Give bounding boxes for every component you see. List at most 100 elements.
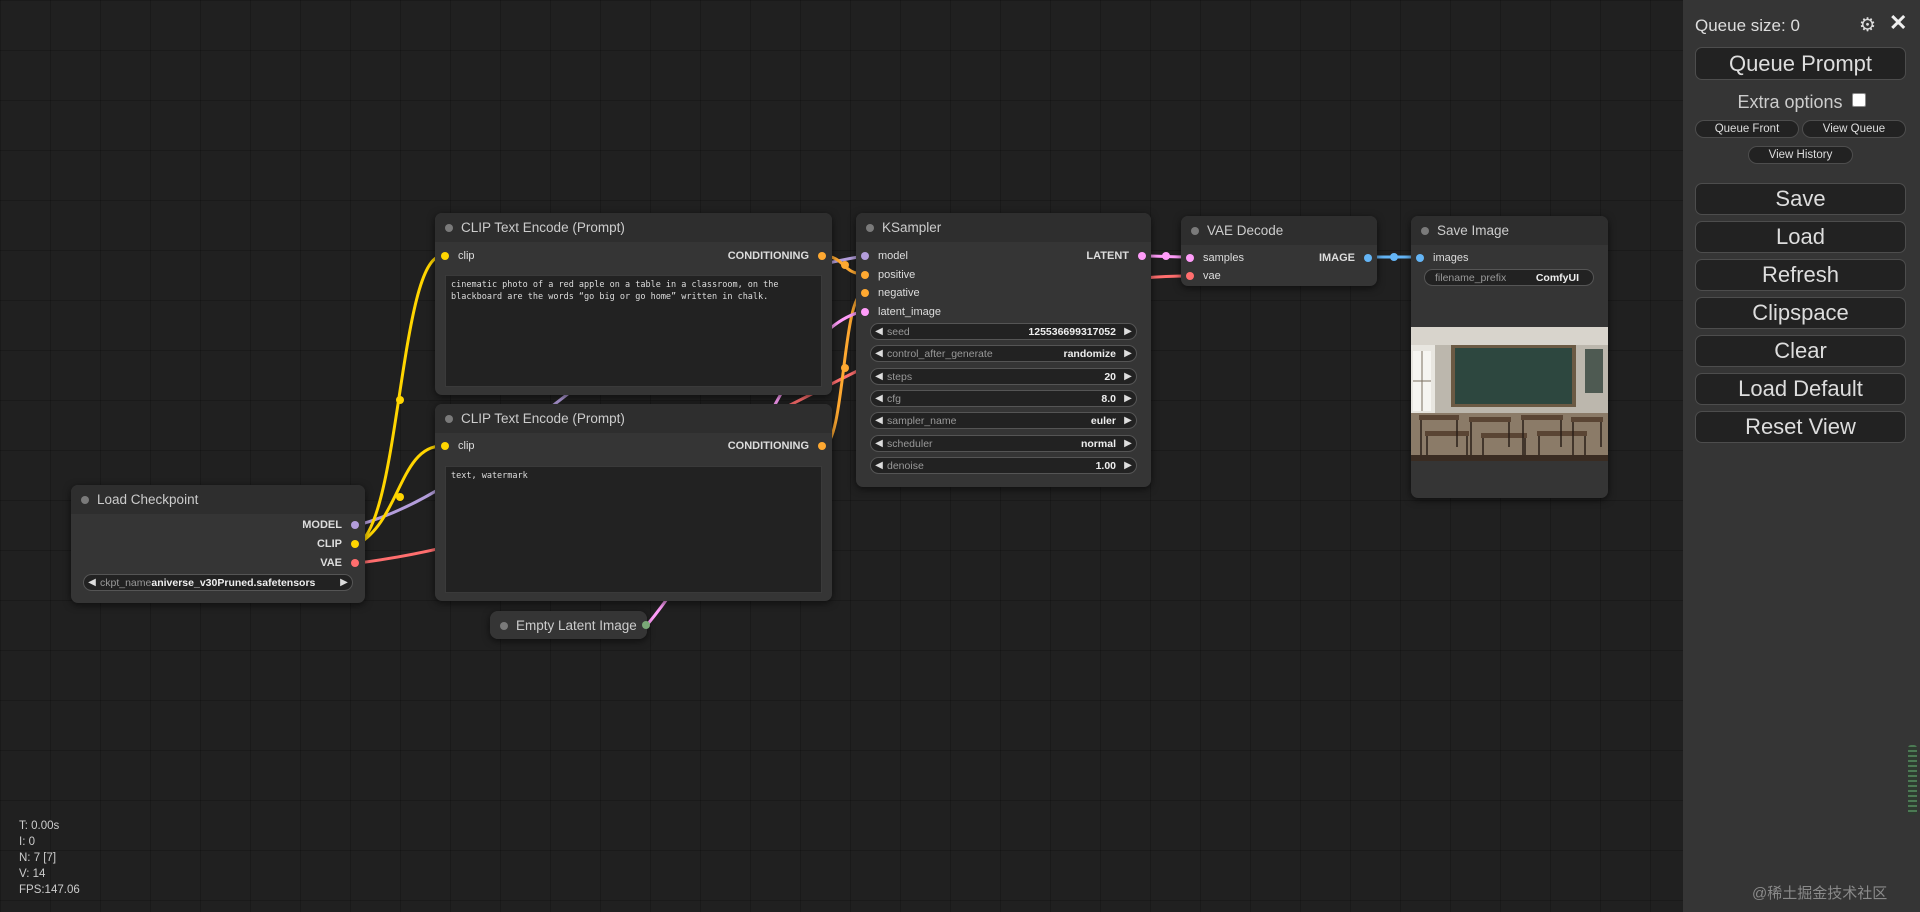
refresh-button[interactable]: Refresh xyxy=(1695,259,1906,291)
decrement-arrow-icon[interactable]: ◀ xyxy=(871,438,887,449)
conditioning-output-pin[interactable] xyxy=(818,442,826,450)
load-checkpoint-node[interactable]: Load Checkpoint MODEL CLIP VAE ◀ ckpt_na… xyxy=(71,485,365,603)
latent-output-pin[interactable] xyxy=(1138,252,1146,260)
reset-view-button[interactable]: Reset View xyxy=(1695,411,1906,443)
latent-input-pin[interactable] xyxy=(861,308,869,316)
decrement-arrow-icon[interactable]: ◀ xyxy=(871,460,887,471)
node-title-bar[interactable]: CLIP Text Encode (Prompt) xyxy=(435,404,832,433)
load-button[interactable]: Load xyxy=(1695,221,1906,253)
decrement-arrow-icon[interactable]: ◀ xyxy=(84,577,100,588)
node-title-bar[interactable]: Empty Latent Image xyxy=(490,611,647,639)
close-icon[interactable]: ✕ xyxy=(1889,10,1907,36)
queue-prompt-button[interactable]: Queue Prompt xyxy=(1695,47,1906,80)
input-slot-images[interactable]: images xyxy=(1416,251,1468,265)
increment-arrow-icon[interactable]: ▶ xyxy=(1120,415,1136,426)
clip-input-pin[interactable] xyxy=(441,252,449,260)
node-title-bar[interactable]: Save Image xyxy=(1411,216,1608,245)
output-slot-image[interactable]: IMAGE xyxy=(1319,251,1372,265)
collapse-dot-icon[interactable] xyxy=(866,224,874,232)
decrement-arrow-icon[interactable]: ◀ xyxy=(871,415,887,426)
view-queue-button[interactable]: View Queue xyxy=(1802,120,1906,138)
filename-prefix-widget[interactable]: filename_prefix ComfyUI xyxy=(1424,269,1594,286)
increment-arrow-icon[interactable]: ▶ xyxy=(336,577,352,588)
sampler-name-widget[interactable]: ◀ sampler_name euler ▶ xyxy=(870,412,1137,429)
steps-widget[interactable]: ◀ steps 20 ▶ xyxy=(870,368,1137,385)
input-slot-samples[interactable]: samples xyxy=(1186,251,1244,265)
input-slot-negative[interactable]: negative xyxy=(861,286,920,300)
prompt-textarea[interactable]: text, watermark xyxy=(445,466,822,593)
positive-input-pin[interactable] xyxy=(861,271,869,279)
conditioning-output-pin[interactable] xyxy=(818,252,826,260)
extra-options-label: Extra options xyxy=(1737,92,1843,112)
cfg-widget[interactable]: ◀ cfg 8.0 ▶ xyxy=(870,390,1137,407)
denoise-widget[interactable]: ◀ denoise 1.00 ▶ xyxy=(870,457,1137,474)
images-input-pin[interactable] xyxy=(1416,254,1424,262)
increment-arrow-icon[interactable]: ▶ xyxy=(1120,326,1136,337)
clear-button[interactable]: Clear xyxy=(1695,335,1906,367)
clip-text-encode-negative-node[interactable]: CLIP Text Encode (Prompt) clip CONDITION… xyxy=(435,404,832,601)
output-slot-vae[interactable]: VAE xyxy=(320,556,359,570)
input-slot-clip[interactable]: clip xyxy=(441,249,475,263)
decrement-arrow-icon[interactable]: ◀ xyxy=(871,371,887,382)
output-slot-clip[interactable]: CLIP xyxy=(317,537,359,551)
collapse-dot-icon[interactable] xyxy=(81,496,89,504)
view-history-button[interactable]: View History xyxy=(1748,146,1853,164)
vae-decode-node[interactable]: VAE Decode samples vae IMAGE xyxy=(1181,216,1377,286)
prompt-textarea[interactable]: cinematic photo of a red apple on a tabl… xyxy=(445,275,822,387)
queue-front-button[interactable]: Queue Front xyxy=(1695,120,1799,138)
ksampler-node[interactable]: KSampler model positive negative latent_… xyxy=(856,213,1151,487)
decrement-arrow-icon[interactable]: ◀ xyxy=(871,326,887,337)
gear-icon[interactable]: ⚙ xyxy=(1859,14,1876,37)
ckpt-name-combo[interactable]: ◀ ckpt_name aniverse_v30Pruned.safetenso… xyxy=(83,574,353,591)
clip-text-encode-positive-node[interactable]: CLIP Text Encode (Prompt) clip CONDITION… xyxy=(435,213,832,395)
collapse-dot-icon[interactable] xyxy=(1421,227,1429,235)
input-slot-positive[interactable]: positive xyxy=(861,268,915,282)
collapse-dot-icon[interactable] xyxy=(445,415,453,423)
widget-value: randomize xyxy=(1063,347,1116,360)
node-title: Empty Latent Image xyxy=(516,617,637,633)
increment-arrow-icon[interactable]: ▶ xyxy=(1120,438,1136,449)
output-slot-latent[interactable]: LATENT xyxy=(1086,249,1146,263)
increment-arrow-icon[interactable]: ▶ xyxy=(1120,393,1136,404)
input-slot-clip[interactable]: clip xyxy=(441,439,475,453)
collapse-dot-icon[interactable] xyxy=(500,622,508,630)
clip-input-pin[interactable] xyxy=(441,442,449,450)
model-output-pin[interactable] xyxy=(351,521,359,529)
latent-output-pin[interactable] xyxy=(642,621,650,629)
save-button[interactable]: Save xyxy=(1695,183,1906,215)
image-output-pin[interactable] xyxy=(1364,254,1372,262)
increment-arrow-icon[interactable]: ▶ xyxy=(1120,371,1136,382)
decrement-arrow-icon[interactable]: ◀ xyxy=(871,348,887,359)
scheduler-widget[interactable]: ◀ scheduler normal ▶ xyxy=(870,435,1137,452)
output-slot-model[interactable]: MODEL xyxy=(302,518,359,532)
vae-input-pin[interactable] xyxy=(1186,272,1194,280)
output-slot-conditioning[interactable]: CONDITIONING xyxy=(728,439,826,453)
generated-image-preview[interactable] xyxy=(1411,327,1608,461)
clipspace-button[interactable]: Clipspace xyxy=(1695,297,1906,329)
collapse-dot-icon[interactable] xyxy=(445,224,453,232)
side-scroll-handle[interactable] xyxy=(1908,745,1917,815)
negative-input-pin[interactable] xyxy=(861,289,869,297)
empty-latent-image-node[interactable]: Empty Latent Image xyxy=(490,611,650,639)
samples-input-pin[interactable] xyxy=(1186,254,1194,262)
model-input-pin[interactable] xyxy=(861,252,869,260)
seed-widget[interactable]: ◀ seed 125536699317052 ▶ xyxy=(870,323,1137,340)
vae-output-pin[interactable] xyxy=(351,559,359,567)
decrement-arrow-icon[interactable]: ◀ xyxy=(871,393,887,404)
clip-output-pin[interactable] xyxy=(351,540,359,548)
extra-options-checkbox[interactable] xyxy=(1851,93,1866,108)
input-slot-model[interactable]: model xyxy=(861,249,908,263)
node-title-bar[interactable]: VAE Decode xyxy=(1181,216,1377,245)
load-default-button[interactable]: Load Default xyxy=(1695,373,1906,405)
save-image-node[interactable]: Save Image images filename_prefix ComfyU… xyxy=(1411,216,1608,498)
node-title-bar[interactable]: Load Checkpoint xyxy=(71,485,365,514)
increment-arrow-icon[interactable]: ▶ xyxy=(1120,348,1136,359)
control-after-generate-widget[interactable]: ◀ control_after_generate randomize ▶ xyxy=(870,345,1137,362)
node-title-bar[interactable]: KSampler xyxy=(856,213,1151,242)
collapse-dot-icon[interactable] xyxy=(1191,227,1199,235)
input-slot-latent-image[interactable]: latent_image xyxy=(861,305,941,319)
input-slot-vae[interactable]: vae xyxy=(1186,269,1221,283)
node-title-bar[interactable]: CLIP Text Encode (Prompt) xyxy=(435,213,832,242)
output-slot-conditioning[interactable]: CONDITIONING xyxy=(728,249,826,263)
increment-arrow-icon[interactable]: ▶ xyxy=(1120,460,1136,471)
